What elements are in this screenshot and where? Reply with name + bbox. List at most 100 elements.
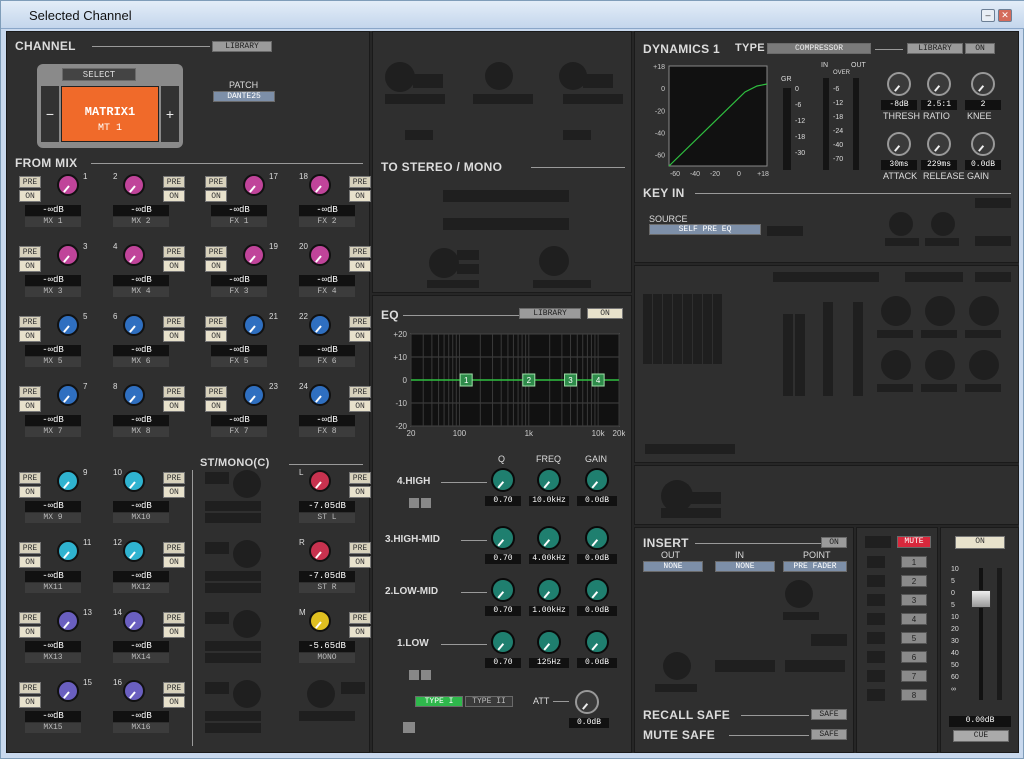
st-level-knob[interactable] (309, 540, 331, 562)
eq-library-button[interactable]: LIBRARY (519, 308, 581, 319)
fader-on-button[interactable]: ON (955, 536, 1005, 549)
send-level-knob[interactable] (243, 244, 265, 266)
mute-group-button[interactable]: 1 (901, 556, 927, 568)
send-level-knob[interactable] (309, 314, 331, 336)
pre-button[interactable]: PRE (19, 316, 41, 328)
st-level-knob[interactable] (309, 470, 331, 492)
eq-gain-knob[interactable] (585, 526, 609, 550)
insert-out-button[interactable]: NONE (643, 561, 703, 572)
mute-group-button[interactable]: 5 (901, 632, 927, 644)
send-level-knob[interactable] (309, 244, 331, 266)
send-on-button[interactable]: ON (163, 260, 185, 272)
mute-button[interactable]: MUTE (897, 536, 931, 548)
send-on-button[interactable]: ON (19, 696, 41, 708)
mute-group-button[interactable]: 6 (901, 651, 927, 663)
pre-button[interactable]: PRE (163, 682, 185, 694)
send-level-knob[interactable] (309, 174, 331, 196)
send-on-button[interactable]: ON (349, 190, 371, 202)
send-on-button[interactable]: ON (349, 330, 371, 342)
send-on-button[interactable]: ON (163, 400, 185, 412)
send-level-knob[interactable] (123, 314, 145, 336)
pre-button[interactable]: PRE (19, 682, 41, 694)
pre-button[interactable]: PRE (163, 386, 185, 398)
pre-button[interactable]: PRE (163, 542, 185, 554)
pre-button[interactable]: PRE (205, 316, 227, 328)
pre-button[interactable]: PRE (19, 176, 41, 188)
mute-group-button[interactable]: 7 (901, 670, 927, 682)
eq-freq-knob[interactable] (537, 578, 561, 602)
send-on-button[interactable]: ON (163, 190, 185, 202)
pre-button[interactable]: PRE (163, 316, 185, 328)
eq-freq-knob[interactable] (537, 526, 561, 550)
send-level-knob[interactable] (57, 470, 79, 492)
send-on-button[interactable]: ON (19, 556, 41, 568)
insert-on-button[interactable]: ON (821, 537, 847, 548)
select-button[interactable]: SELECT (62, 68, 136, 81)
patch-button[interactable]: DANTE25 (213, 91, 275, 102)
pre-button[interactable]: PRE (349, 386, 371, 398)
pre-button[interactable]: PRE (163, 176, 185, 188)
send-level-knob[interactable] (123, 384, 145, 406)
dyn-thresh-knob[interactable] (887, 72, 911, 96)
send-level-knob[interactable] (123, 174, 145, 196)
att-knob[interactable] (575, 690, 599, 714)
pre-button[interactable]: PRE (19, 472, 41, 484)
st-level-knob[interactable] (309, 610, 331, 632)
eq-on-button[interactable]: ON (587, 308, 623, 319)
send-level-knob[interactable] (123, 470, 145, 492)
send-on-button[interactable]: ON (19, 260, 41, 272)
send-on-button[interactable]: ON (205, 260, 227, 272)
eq-q-knob[interactable] (491, 578, 515, 602)
low-cut-icon[interactable] (421, 670, 431, 680)
send-level-knob[interactable] (123, 540, 145, 562)
send-level-knob[interactable] (57, 314, 79, 336)
pre-button[interactable]: PRE (19, 612, 41, 624)
pre-button[interactable]: PRE (19, 386, 41, 398)
send-on-button[interactable]: ON (19, 486, 41, 498)
send-on-button[interactable]: ON (19, 330, 41, 342)
send-level-knob[interactable] (309, 384, 331, 406)
eq-freq-knob[interactable] (537, 630, 561, 654)
pre-button[interactable]: PRE (205, 246, 227, 258)
dynamics-type-button[interactable]: COMPRESSOR (767, 43, 871, 54)
insert-in-button[interactable]: NONE (715, 561, 775, 572)
high-cut-icon[interactable] (421, 498, 431, 508)
send-level-knob[interactable] (57, 610, 79, 632)
dynamics-library-button[interactable]: LIBRARY (907, 43, 963, 54)
mute-group-button[interactable]: 2 (901, 575, 927, 587)
send-on-button[interactable]: ON (205, 400, 227, 412)
send-on-button[interactable]: ON (163, 486, 185, 498)
channel-next-button[interactable]: + (161, 86, 179, 142)
send-on-button[interactable]: ON (349, 486, 371, 498)
send-level-knob[interactable] (57, 540, 79, 562)
eq-gain-knob[interactable] (585, 468, 609, 492)
channel-library-button[interactable]: LIBRARY (212, 41, 272, 52)
mute-safe-button[interactable]: SAFE (811, 729, 847, 740)
pre-button[interactable]: PRE (205, 176, 227, 188)
send-on-button[interactable]: ON (349, 400, 371, 412)
send-level-knob[interactable] (57, 174, 79, 196)
pre-button[interactable]: PRE (349, 316, 371, 328)
eq-freq-knob[interactable] (537, 468, 561, 492)
dyn-attack-knob[interactable] (887, 132, 911, 156)
high-shelf-icon[interactable] (409, 498, 419, 508)
pre-button[interactable]: PRE (163, 472, 185, 484)
send-on-button[interactable]: ON (349, 260, 371, 272)
cue-button[interactable]: CUE (953, 730, 1009, 742)
send-level-knob[interactable] (57, 244, 79, 266)
pre-button[interactable]: PRE (163, 612, 185, 624)
mute-group-button[interactable]: 8 (901, 689, 927, 701)
type2-button[interactable]: TYPE II (465, 696, 513, 707)
send-on-button[interactable]: ON (19, 190, 41, 202)
fader-knob[interactable] (971, 590, 991, 608)
send-on-button[interactable]: ON (349, 556, 371, 568)
send-on-button[interactable]: ON (163, 626, 185, 638)
minimize-icon[interactable]: – (981, 9, 995, 22)
source-button[interactable]: SELF PRE EQ (649, 224, 761, 235)
send-level-knob[interactable] (123, 680, 145, 702)
dyn-gain-knob[interactable] (971, 132, 995, 156)
send-level-knob[interactable] (243, 384, 265, 406)
pre-button[interactable]: PRE (19, 246, 41, 258)
send-on-button[interactable]: ON (19, 400, 41, 412)
send-level-knob[interactable] (243, 174, 265, 196)
